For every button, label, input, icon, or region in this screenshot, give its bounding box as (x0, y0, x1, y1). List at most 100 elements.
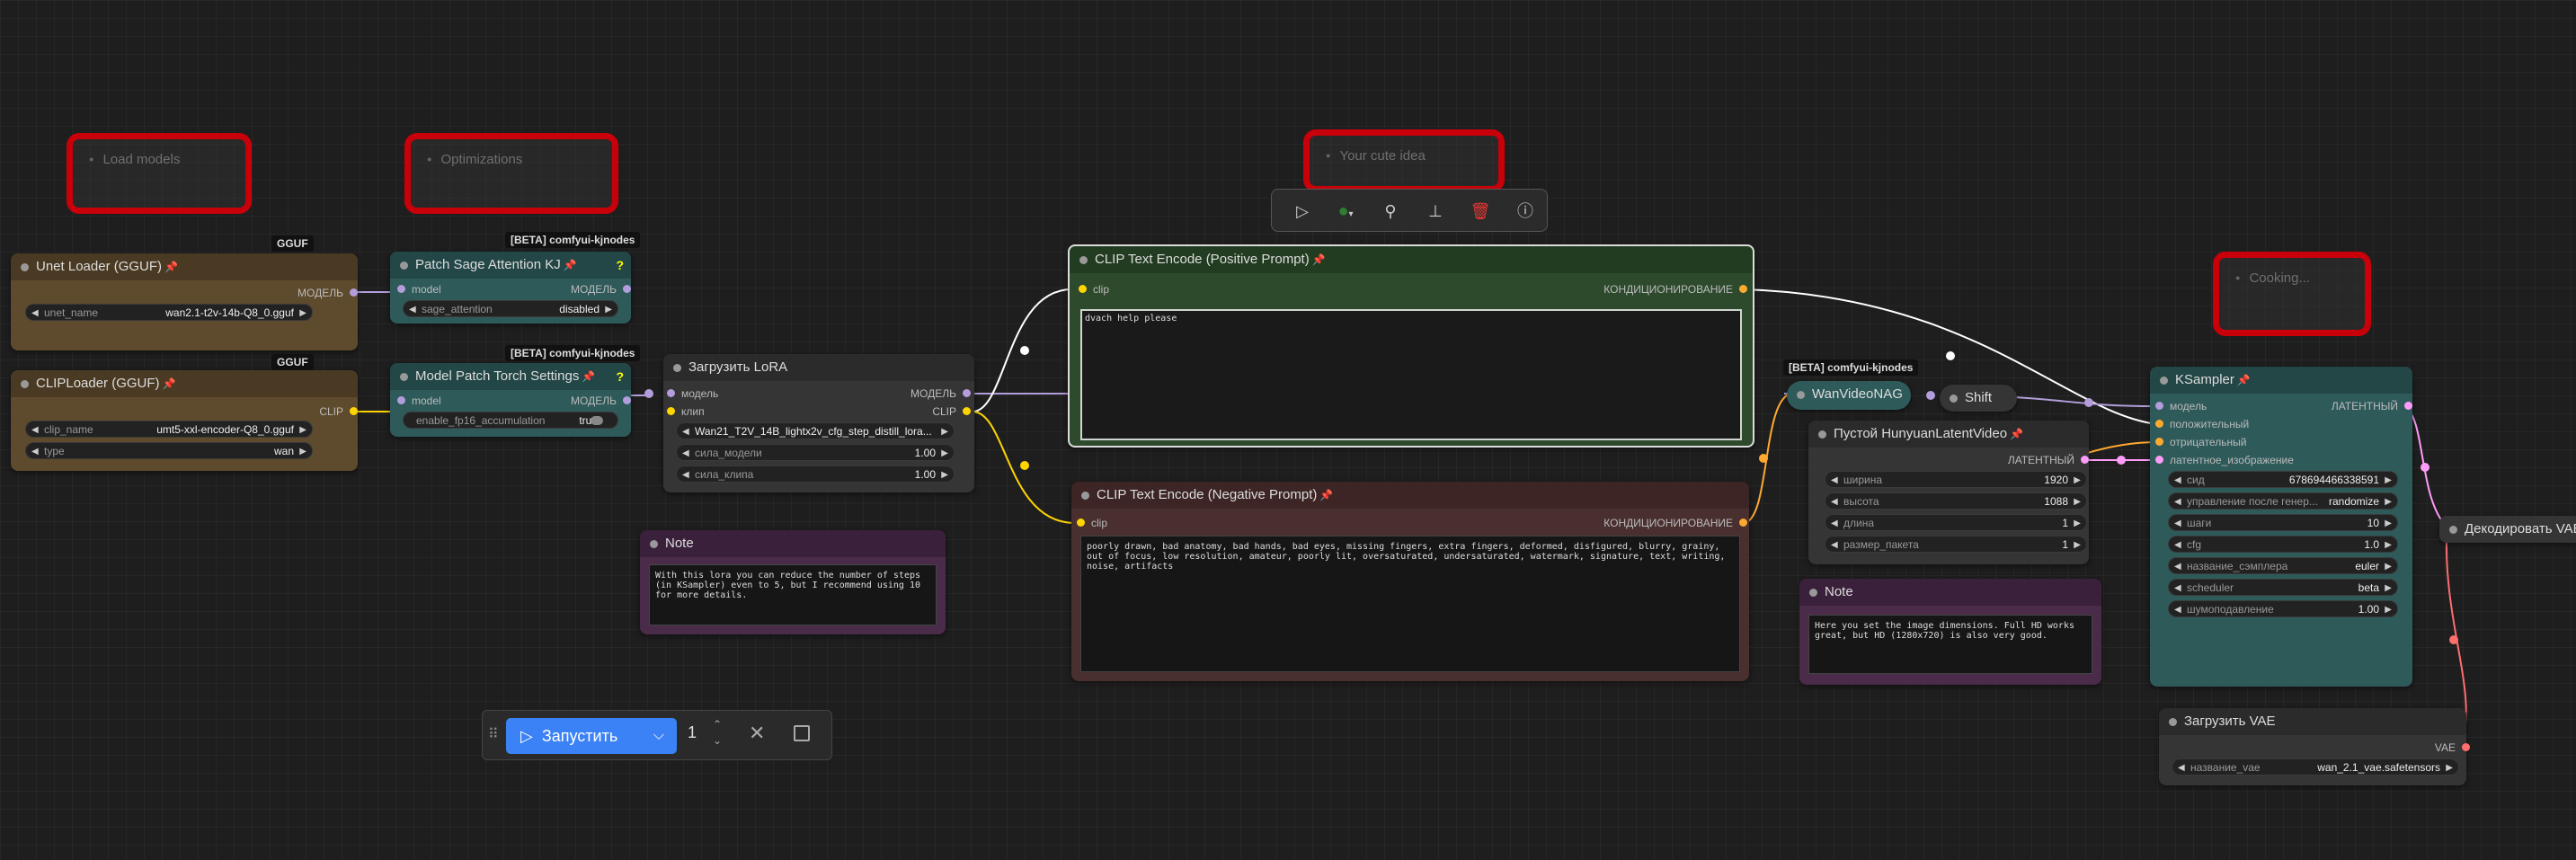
vae-decode-node[interactable]: Декодировать VAE (2439, 516, 2576, 543)
width-number[interactable]: ◀ ширина 1920 ▶ (1825, 471, 2087, 488)
arrow-left-icon[interactable]: ◀ (409, 301, 416, 316)
positive-prompt-textarea[interactable]: dvach help please (1080, 309, 1742, 440)
clip-loader-node[interactable]: CLIPLoader (GGUF) 📌 CLIP ◀ clip_name umt5… (11, 370, 358, 471)
note-node-lora[interactable]: Note With this lora you can reduce the n… (640, 530, 946, 634)
load-vae-node[interactable]: Загрузить VAE VAE ◀ название_vae wan_2.1… (2159, 708, 2470, 785)
input-clip[interactable]: клип (667, 404, 705, 419)
input-model[interactable]: model (397, 282, 441, 297)
output-clip[interactable]: CLIP (932, 404, 971, 419)
output-conditioning[interactable]: КОНДИЦИОНИРОВАНИЕ (1603, 282, 1747, 297)
arrow-left-icon[interactable]: ◀ (2174, 493, 2181, 509)
arrow-left-icon[interactable]: ◀ (2174, 558, 2181, 573)
help-icon[interactable]: ? (616, 363, 624, 390)
clip-text-encode-negative-node[interactable]: CLIP Text Encode (Negative Prompt) 📌 clip… (1071, 482, 1749, 681)
arrow-right-icon[interactable]: ▶ (2385, 515, 2392, 530)
arrow-right-icon[interactable]: ▶ (2385, 536, 2392, 552)
clip-name-combo[interactable]: ◀ clip_name umt5-xxl-encoder-Q8_0.gguf ▶ (25, 421, 313, 438)
group-optimizations[interactable]: Optimizations (404, 133, 618, 214)
input-positive[interactable]: положительный (2155, 417, 2249, 431)
note-textarea[interactable]: With this lora you can reduce the number… (649, 564, 937, 625)
help-icon[interactable]: ⓘ (1513, 199, 1538, 224)
input-latent-image[interactable]: латентное_изображение (2155, 453, 2294, 467)
note-textarea[interactable]: Here you set the image dimensions. Full … (1808, 615, 2092, 674)
arrow-right-icon[interactable]: ▶ (941, 423, 948, 439)
empty-hunyuan-latent-video-node[interactable]: Пустой HunyuanLatentVideo 📌 ЛАТЕНТНЫЙ ◀ ши… (1808, 421, 2089, 564)
arrow-right-icon[interactable]: ▶ (2385, 493, 2392, 509)
arrow-right-icon[interactable]: ▶ (941, 466, 948, 482)
output-model[interactable]: МОДЕЛЬ (571, 394, 631, 408)
arrow-left-icon[interactable]: ◀ (2174, 580, 2181, 595)
chevron-down-icon[interactable]: ⌵ (653, 718, 664, 754)
pin-icon[interactable]: ⊥ (1423, 199, 1448, 224)
length-number[interactable]: ◀ длина 1 ▶ (1825, 514, 2087, 531)
bypass-icon[interactable]: ⚲ (1378, 199, 1403, 224)
toggle-switch[interactable] (591, 416, 603, 425)
arrow-right-icon[interactable]: ▶ (299, 443, 306, 458)
patch-sage-attention-node[interactable]: Patch Sage Attention KJ 📌? model МОДЕЛЬ ◀… (390, 252, 631, 324)
sage-attention-combo[interactable]: ◀ sage_attention disabled ▶ (403, 300, 618, 317)
input-model[interactable]: model (397, 394, 441, 408)
arrow-right-icon[interactable]: ▶ (2385, 580, 2392, 595)
output-latent[interactable]: ЛАТЕНТНЫЙ (2008, 453, 2089, 467)
increment-icon[interactable]: ⌃ (713, 718, 722, 731)
wan-video-nag-node[interactable]: WanVideoNAG (1787, 381, 1911, 410)
note-node-dimensions[interactable]: Note Here you set the image dimensions. … (1799, 579, 2101, 685)
group-cooking[interactable]: Cooking... (2213, 252, 2371, 336)
help-icon[interactable]: ? (616, 252, 624, 279)
output-conditioning[interactable]: КОНДИЦИОНИРОВАНИЕ (1603, 516, 1747, 530)
output-model[interactable]: МОДЕЛЬ (571, 282, 631, 297)
arrow-left-icon[interactable]: ◀ (682, 445, 689, 460)
model-patch-torch-settings-node[interactable]: Model Patch Torch Settings 📌? model МОДЕЛ… (390, 363, 631, 437)
ksampler-node[interactable]: KSampler 📌 модель положительный отрицател… (2150, 367, 2412, 687)
output-clip[interactable]: CLIP (319, 404, 358, 419)
run-button[interactable]: ▷ Запустить ⌵ (506, 718, 677, 754)
denoise-number[interactable]: ◀ шумоподавление 1.00 ▶ (2168, 600, 2398, 617)
arrow-left-icon[interactable]: ◀ (1831, 493, 1838, 509)
fp16-accumulation-toggle[interactable]: enable_fp16_accumulation true (403, 412, 618, 429)
type-combo[interactable]: ◀ type wan ▶ (25, 442, 313, 459)
input-clip[interactable]: clip (1077, 516, 1107, 530)
batch-count-input[interactable]: 1 (688, 723, 697, 742)
arrow-right-icon[interactable]: ▶ (2074, 472, 2081, 487)
output-model[interactable]: МОДЕЛЬ (298, 286, 358, 300)
arrow-left-icon[interactable]: ◀ (2174, 601, 2181, 616)
arrow-left-icon[interactable]: ◀ (31, 443, 39, 458)
arrow-right-icon[interactable]: ▶ (299, 421, 306, 437)
input-clip[interactable]: clip (1079, 282, 1109, 297)
arrow-right-icon[interactable]: ▶ (2446, 759, 2453, 775)
clip-text-encode-positive-node[interactable]: CLIP Text Encode (Positive Prompt) 📌 clip… (1068, 244, 1754, 448)
arrow-left-icon[interactable]: ◀ (2174, 536, 2181, 552)
delete-icon[interactable]: 🗑 (1468, 199, 1493, 224)
arrow-left-icon[interactable]: ◀ (31, 305, 39, 320)
arrow-right-icon[interactable]: ▶ (2074, 493, 2081, 509)
vae-name-combo[interactable]: ◀ название_vae wan_2.1_vae.safetensors ▶ (2172, 758, 2459, 776)
decrement-icon[interactable]: ⌄ (713, 734, 722, 747)
control-after-generate-combo[interactable]: ◀ управление после генер... randomize ▶ (2168, 492, 2398, 510)
arrow-right-icon[interactable]: ▶ (2074, 536, 2081, 552)
input-model[interactable]: модель (2155, 399, 2207, 413)
output-model[interactable]: МОДЕЛЬ (910, 386, 971, 401)
arrow-left-icon[interactable]: ◀ (31, 421, 39, 437)
input-negative[interactable]: отрицательный (2155, 435, 2246, 449)
drag-handle-icon[interactable]: ⠿ (488, 725, 499, 743)
output-latent[interactable]: ЛАТЕНТНЫЙ (2332, 399, 2412, 413)
arrow-left-icon[interactable]: ◀ (1831, 472, 1838, 487)
seed-number[interactable]: ◀ сид 678694466338591 ▶ (2168, 471, 2398, 488)
batch-size-number[interactable]: ◀ размер_пакета 1 ▶ (1825, 536, 2087, 553)
group-your-cute-idea[interactable]: Your cute idea (1303, 129, 1505, 192)
group-load-models[interactable]: Load models (67, 133, 252, 214)
stop-icon[interactable] (794, 725, 810, 741)
arrow-left-icon[interactable]: ◀ (1831, 515, 1838, 530)
arrow-left-icon[interactable]: ◀ (1831, 536, 1838, 552)
arrow-right-icon[interactable]: ▶ (2385, 601, 2392, 616)
lora-name-combo[interactable]: ◀ Wan21_T2V_14B_lightx2v_cfg_step_distil… (676, 422, 955, 439)
steps-number[interactable]: ◀ шаги 10 ▶ (2168, 514, 2398, 531)
clip-strength-number[interactable]: ◀ сила_клипа 1.00 ▶ (676, 465, 955, 483)
cfg-number[interactable]: ◀ cfg 1.0 ▶ (2168, 536, 2398, 553)
arrow-left-icon[interactable]: ◀ (2174, 515, 2181, 530)
arrow-right-icon[interactable]: ▶ (941, 445, 948, 460)
negative-prompt-textarea[interactable]: poorly drawn, bad anatomy, bad hands, ba… (1080, 536, 1740, 672)
sampler-name-combo[interactable]: ◀ название_сэмплера euler ▶ (2168, 557, 2398, 574)
unet-name-combo[interactable]: ◀ unet_name wan2.1-t2v-14b-Q8_0.gguf ▶ (25, 304, 313, 321)
arrow-right-icon[interactable]: ▶ (2385, 472, 2392, 487)
